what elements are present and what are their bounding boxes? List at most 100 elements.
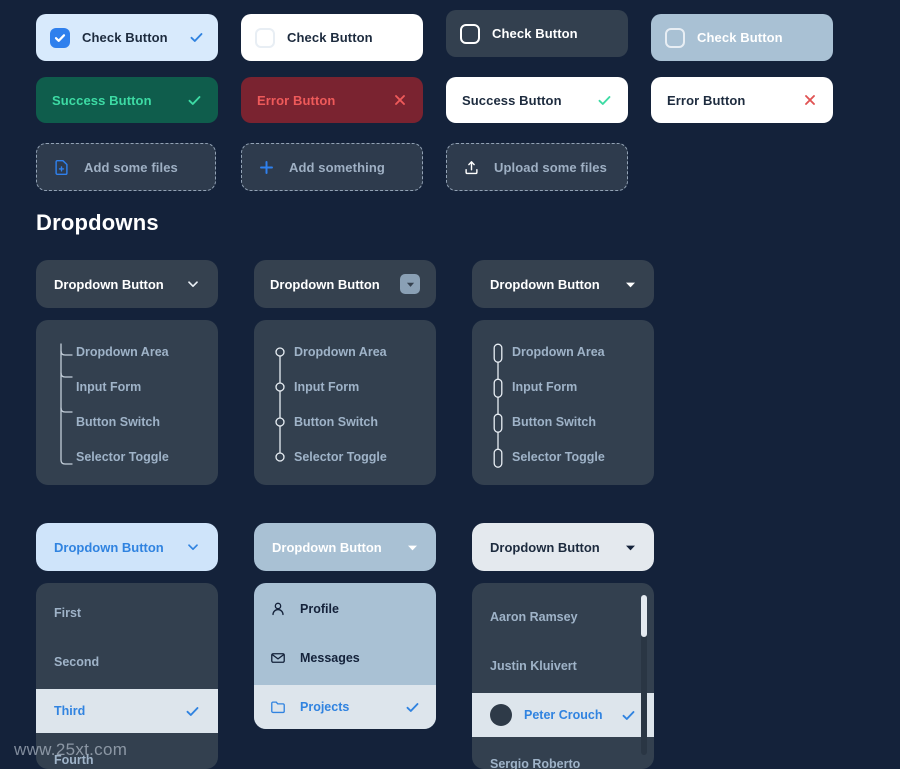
check-icon xyxy=(597,93,612,108)
watermark: www.25xt.com xyxy=(14,740,128,759)
pill-connector xyxy=(493,343,503,468)
list-item-selected[interactable]: Third xyxy=(36,689,218,733)
dropdown-button-label: Dropdown Button xyxy=(490,276,600,292)
close-icon xyxy=(393,93,407,107)
scrollbar-thumb[interactable] xyxy=(641,595,647,637)
menu-item-profile[interactable]: Profile xyxy=(254,587,436,631)
upload-icon xyxy=(463,159,480,176)
dropdown-area-panel-branch: Dropdown Area Input Form Button Switch S… xyxy=(36,320,218,485)
dropdown-button-label: Dropdown Button xyxy=(270,276,380,292)
tree-item-label[interactable]: Dropdown Area xyxy=(294,345,387,359)
add-files-button[interactable]: Add some files xyxy=(36,143,216,191)
success-button-solid[interactable]: Success Button xyxy=(36,77,218,123)
list-item[interactable]: Aaron Ramsey xyxy=(472,595,654,639)
error-button-white[interactable]: Error Button xyxy=(651,77,833,123)
chevron-down-icon[interactable] xyxy=(186,540,200,554)
check-icon xyxy=(189,30,204,45)
chevron-down-icon[interactable] xyxy=(186,277,200,291)
circle-connector xyxy=(275,347,285,462)
list-item[interactable]: Justin Kluivert xyxy=(472,644,654,688)
checkbox-checked[interactable] xyxy=(50,27,70,48)
dropdown-list-menu: Profile Messages Projects xyxy=(254,583,436,729)
list-item[interactable]: Sergio Roberto xyxy=(472,742,654,769)
menu-item-messages[interactable]: Messages xyxy=(254,636,436,680)
upload-files-button[interactable]: Upload some files xyxy=(446,143,628,191)
caret-down-icon[interactable] xyxy=(625,542,636,553)
caret-down-icon[interactable] xyxy=(625,279,636,290)
tree-item-label[interactable]: Button Switch xyxy=(76,415,160,429)
dropdown-button-light[interactable]: Dropdown Button xyxy=(36,523,218,571)
envelope-icon xyxy=(270,650,286,666)
person-name-label: Sergio Roberto xyxy=(490,757,581,769)
ui-components-showcase: Check Button Check Button Check Button C… xyxy=(0,0,900,769)
list-item-label: Third xyxy=(54,704,86,718)
checkbox-unchecked[interactable] xyxy=(255,27,275,48)
list-item-label: First xyxy=(54,606,82,620)
tree-item-label[interactable]: Selector Toggle xyxy=(76,450,169,464)
dropdown-button-muted[interactable]: Dropdown Button xyxy=(254,523,436,571)
error-button-label: Error Button xyxy=(257,92,336,108)
check-button-label: Check Button xyxy=(697,30,783,45)
branch-connector xyxy=(60,343,73,465)
check-button-muted[interactable]: Check Button xyxy=(651,14,833,61)
check-icon xyxy=(187,93,202,108)
dropdown-button-white[interactable]: Dropdown Button xyxy=(472,523,654,571)
dropdown-button-dark[interactable]: Dropdown Button xyxy=(36,260,218,308)
check-button-label: Check Button xyxy=(492,26,578,41)
check-icon xyxy=(621,708,636,723)
dropdown-area-panel-pill: Dropdown Area Input Form Button Switch S… xyxy=(472,320,654,485)
dropdown-button-caret[interactable]: Dropdown Button xyxy=(472,260,654,308)
folder-icon xyxy=(270,699,286,715)
tree-item-label[interactable]: Input Form xyxy=(512,380,577,394)
add-something-button[interactable]: Add something xyxy=(241,143,423,191)
success-button-label: Success Button xyxy=(462,92,562,108)
checkbox-unchecked[interactable] xyxy=(665,27,685,48)
person-name-label: Aaron Ramsey xyxy=(490,610,578,624)
user-icon xyxy=(270,601,286,617)
tree-item-label[interactable]: Button Switch xyxy=(294,415,378,429)
upload-files-label: Upload some files xyxy=(494,159,607,175)
dropdown-list-people: Aaron Ramsey Justin Kluivert Peter Crouc… xyxy=(472,583,654,769)
list-item-selected[interactable]: Peter Crouch xyxy=(472,693,654,737)
success-button-label: Success Button xyxy=(52,92,152,108)
menu-item-label: Projects xyxy=(300,700,350,714)
tree-item-label[interactable]: Input Form xyxy=(294,380,359,394)
add-files-label: Add some files xyxy=(84,159,178,175)
check-icon xyxy=(185,704,200,719)
check-button-light[interactable]: Check Button xyxy=(36,14,218,61)
caret-down-icon[interactable] xyxy=(407,542,418,553)
dropdown-button-label: Dropdown Button xyxy=(54,539,164,555)
tree-item-label[interactable]: Dropdown Area xyxy=(512,345,605,359)
dropdown-area-panel-circle: Dropdown Area Input Form Button Switch S… xyxy=(254,320,436,485)
check-button-white[interactable]: Check Button xyxy=(241,14,423,61)
check-button-dark[interactable]: Check Button xyxy=(446,10,628,57)
person-name-label: Justin Kluivert xyxy=(490,659,577,673)
tree-item-label[interactable]: Button Switch xyxy=(512,415,596,429)
dropdown-button-label: Dropdown Button xyxy=(490,539,600,555)
check-button-label: Check Button xyxy=(287,30,373,45)
success-button-white[interactable]: Success Button xyxy=(446,77,628,123)
avatar xyxy=(490,704,512,726)
dropdown-button-badge[interactable]: Dropdown Button xyxy=(254,260,436,308)
menu-item-label: Messages xyxy=(300,651,360,665)
add-something-label: Add something xyxy=(289,159,385,175)
checkbox-unchecked[interactable] xyxy=(460,23,480,44)
list-item-label: Second xyxy=(54,655,100,669)
error-button-label: Error Button xyxy=(667,92,746,108)
tree-item-label[interactable]: Selector Toggle xyxy=(294,450,387,464)
list-item[interactable]: Second xyxy=(36,640,218,684)
tree-item-label[interactable]: Input Form xyxy=(76,380,141,394)
dropdown-button-label: Dropdown Button xyxy=(272,539,382,555)
error-button-solid[interactable]: Error Button xyxy=(241,77,423,123)
square-caret-down-icon[interactable] xyxy=(400,274,420,294)
menu-item-label: Profile xyxy=(300,602,339,616)
tree-item-label[interactable]: Selector Toggle xyxy=(512,450,605,464)
menu-item-projects-selected[interactable]: Projects xyxy=(254,685,436,729)
file-plus-icon xyxy=(53,159,70,176)
tree-item-label[interactable]: Dropdown Area xyxy=(76,345,169,359)
person-name-label: Peter Crouch xyxy=(524,708,603,722)
page-title: Dropdowns xyxy=(36,210,159,235)
check-icon xyxy=(405,700,420,715)
list-item[interactable]: First xyxy=(36,591,218,635)
plus-icon xyxy=(258,159,275,176)
